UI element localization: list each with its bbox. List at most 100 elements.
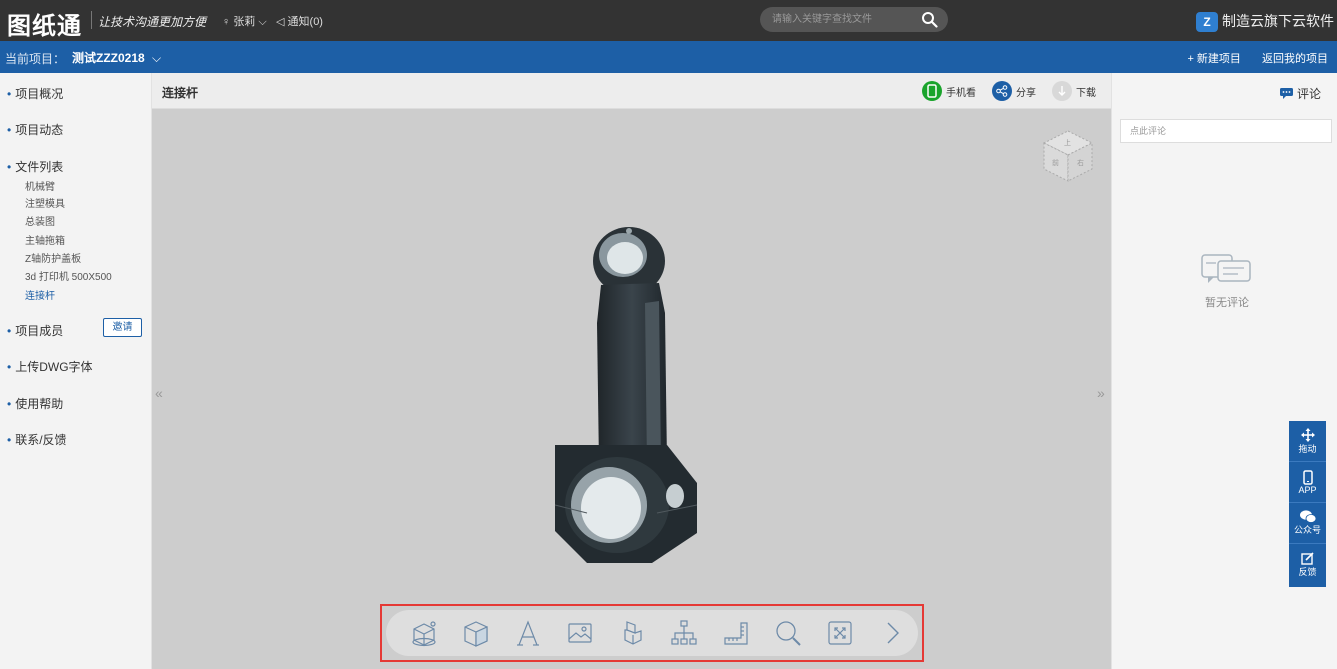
- viewer-toolbar: [386, 610, 918, 656]
- feedback-button[interactable]: 反馈: [1289, 544, 1326, 585]
- wechat-icon: [1299, 510, 1316, 523]
- viewer-header: 连接杆 手机看 分享 下载: [152, 73, 1111, 109]
- parts-icon[interactable]: [606, 613, 658, 653]
- back-to-projects-link[interactable]: 返回我的项目: [1262, 53, 1328, 65]
- sidebar-item-label: 联系/反馈: [15, 433, 67, 447]
- bell-icon: ◁: [276, 16, 285, 28]
- sidebar-item-overview[interactable]: • 项目概况: [7, 85, 63, 102]
- svg-text:前: 前: [1052, 158, 1059, 167]
- collapse-right-icon[interactable]: »: [1097, 385, 1105, 401]
- wechat-label: 公众号: [1293, 525, 1321, 535]
- model-viewer[interactable]: 连接杆 手机看 分享 下载 « » 上 前 右: [152, 73, 1111, 669]
- phone-icon: [1302, 469, 1313, 485]
- app-logo[interactable]: 图纸通: [7, 6, 82, 41]
- chevron-down-icon: ⌵: [258, 16, 267, 28]
- float-toolbar: 拖动 APP 公众号 反馈: [1289, 421, 1326, 587]
- search-icon[interactable]: [921, 11, 938, 28]
- sidebar-item-help[interactable]: • 使用帮助: [7, 395, 63, 412]
- mobile-view-button[interactable]: 手机看: [922, 81, 976, 101]
- box-view-icon[interactable]: [450, 613, 502, 653]
- sidebar-item-label: 使用帮助: [15, 397, 64, 411]
- text-icon[interactable]: [502, 613, 554, 653]
- chevron-down-icon: ⌵: [152, 51, 162, 65]
- app-label: APP: [1298, 484, 1317, 495]
- file-item[interactable]: 机械臂: [25, 178, 55, 193]
- top-bar: 图纸通 让技术沟通更加方便 ♀ 张莉 ⌵ ◁ 通知(0) Z制造云旗下云软件: [0, 0, 1337, 41]
- share-button[interactable]: 分享: [992, 81, 1036, 101]
- invite-button[interactable]: 邀请: [103, 318, 142, 337]
- svg-text:上: 上: [1064, 138, 1071, 147]
- project-selector[interactable]: 测试ZZZ0218 ⌵: [72, 49, 161, 66]
- bullet-icon: •: [7, 123, 12, 137]
- model-view-icon[interactable]: [398, 613, 450, 653]
- sidebar-item-label: 项目动态: [15, 123, 64, 137]
- user-menu[interactable]: ♀ 张莉 ⌵: [222, 13, 267, 29]
- bullet-icon: •: [7, 360, 12, 374]
- brand-label: 制造云旗下云软件: [1222, 13, 1334, 29]
- slogan: 让技术沟通更加方便: [98, 15, 207, 29]
- sidebar-item-members[interactable]: • 项目成员: [7, 322, 63, 339]
- brand-link[interactable]: Z 制造云旗下云软件: [1196, 11, 1334, 33]
- sidebar: • 项目概况 • 项目动态 • 文件列表 机械臂 注塑模具 总装图 主轴拖箱 Z轴防护…: [0, 73, 152, 669]
- app-button[interactable]: APP: [1289, 462, 1326, 503]
- project-name: 测试ZZZ0218: [72, 51, 145, 65]
- file-item[interactable]: 主轴拖箱: [25, 232, 65, 247]
- comment-title: 评论: [1296, 87, 1321, 101]
- sidebar-item-files[interactable]: • 文件列表: [7, 158, 63, 175]
- phone-icon: [922, 81, 942, 101]
- share-icon: [992, 81, 1012, 101]
- structure-tree-icon[interactable]: [658, 613, 710, 653]
- collapse-left-icon[interactable]: «: [155, 385, 163, 401]
- download-button[interactable]: 下载: [1052, 81, 1096, 101]
- wechat-button[interactable]: 公众号: [1289, 503, 1326, 544]
- download-icon: [1052, 81, 1072, 101]
- move-icon: [1300, 427, 1315, 442]
- svg-text:右: 右: [1077, 158, 1084, 167]
- sidebar-item-label: 项目概况: [15, 87, 64, 101]
- file-item-active[interactable]: 连接杆: [25, 287, 55, 302]
- fit-icon[interactable]: [814, 613, 866, 653]
- view-cube-icon[interactable]: 上 前 右: [1038, 125, 1098, 185]
- brand-logo-icon: Z: [1196, 12, 1218, 33]
- comment-header: 评论: [1279, 85, 1321, 102]
- logo-divider: [91, 11, 92, 29]
- new-project-button[interactable]: + 新建项目: [1187, 53, 1240, 65]
- notification-link[interactable]: ◁ 通知(0): [276, 13, 323, 29]
- current-project-label: 当前项目：: [5, 52, 66, 66]
- bullet-icon: •: [7, 324, 12, 338]
- file-item[interactable]: 总装图: [25, 213, 55, 228]
- measure-icon[interactable]: [710, 613, 762, 653]
- next-icon[interactable]: [866, 613, 918, 653]
- download-label: 下载: [1076, 87, 1096, 99]
- document-title: 连接杆: [162, 86, 199, 100]
- project-actions: + 新建项目 返回我的项目: [1169, 50, 1328, 66]
- connecting-rod-model[interactable]: [547, 213, 717, 578]
- file-item[interactable]: Z轴防护盖板: [25, 250, 81, 265]
- sidebar-item-activity[interactable]: • 项目动态: [7, 121, 63, 138]
- sidebar-item-contact[interactable]: • 联系/反馈: [7, 431, 67, 448]
- empty-comments-icon: [1201, 254, 1251, 283]
- bullet-icon: •: [7, 433, 12, 447]
- sidebar-item-label: 上传DWG字体: [15, 360, 93, 374]
- drag-label: 拖动: [1298, 443, 1317, 454]
- drag-button[interactable]: 拖动: [1289, 421, 1326, 462]
- empty-comments-text: 暂无评论: [1205, 297, 1249, 309]
- feedback-label: 反馈: [1298, 566, 1317, 577]
- project-bar: 当前项目： 测试ZZZ0218 ⌵ + 新建项目 返回我的项目: [0, 41, 1337, 73]
- user-icon: ♀: [222, 16, 231, 28]
- comment-icon: [1279, 88, 1293, 99]
- image-icon[interactable]: [554, 613, 606, 653]
- bullet-icon: •: [7, 160, 12, 174]
- file-item[interactable]: 3d 打印机 500X500: [25, 268, 112, 283]
- mobile-view-label: 手机看: [946, 87, 976, 99]
- search-input[interactable]: [772, 11, 912, 28]
- zoom-icon[interactable]: [762, 613, 814, 653]
- file-item[interactable]: 注塑模具: [25, 195, 65, 210]
- sidebar-item-label: 项目成员: [15, 324, 64, 338]
- user-name: 张莉: [233, 16, 256, 28]
- sidebar-item-label: 文件列表: [15, 160, 64, 174]
- sidebar-item-upload-font[interactable]: • 上传DWG字体: [7, 358, 93, 375]
- comment-input[interactable]: [1120, 119, 1332, 143]
- toolbar-highlight: [380, 604, 924, 662]
- edit-icon: [1301, 551, 1314, 565]
